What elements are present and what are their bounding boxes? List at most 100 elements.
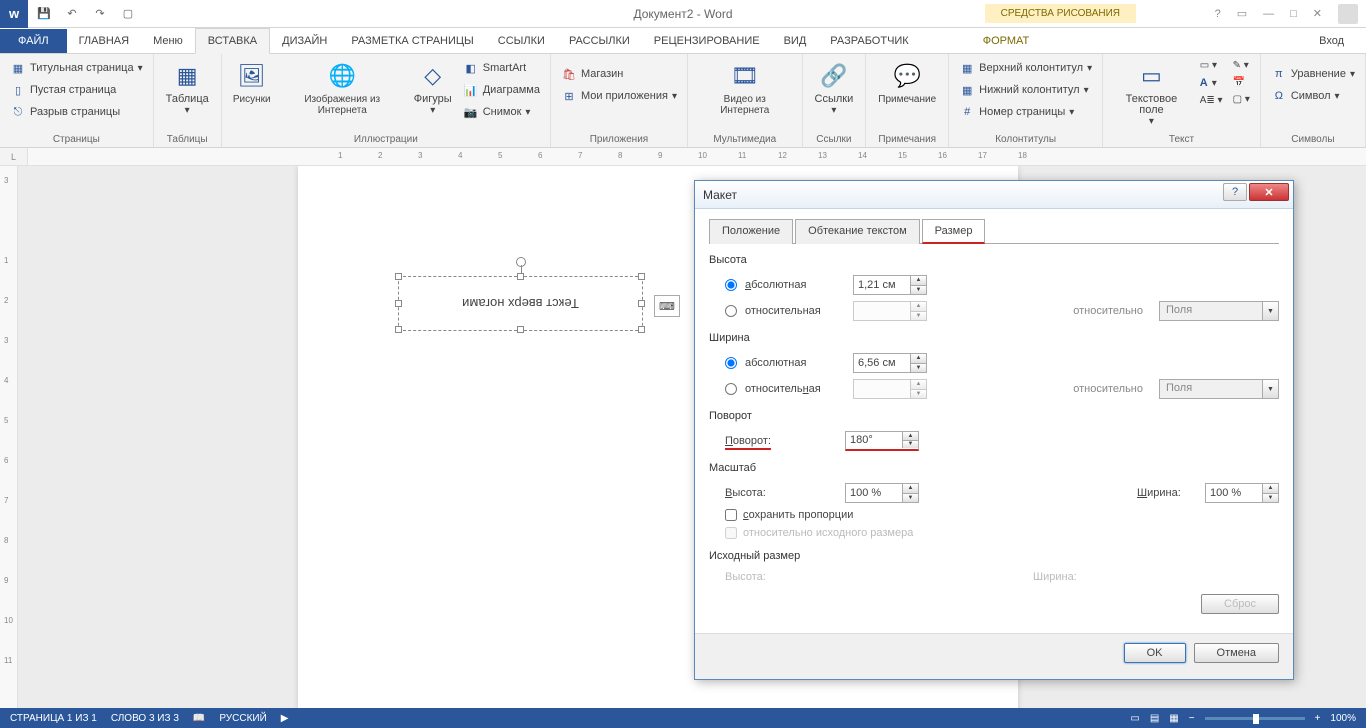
close-icon[interactable]: ✕ [1313, 7, 1322, 20]
lock-aspect-checkbox[interactable] [725, 509, 737, 521]
tab-refs[interactable]: ССЫЛКИ [486, 29, 557, 53]
object-icon[interactable]: ▢ ▾ [1231, 92, 1252, 107]
textbox-text[interactable]: Текст вверх ногами [399, 277, 642, 330]
smartart-button[interactable]: ◧SmartArt [461, 58, 542, 78]
dialog-tab-position[interactable]: Положение [709, 219, 793, 244]
title-page-button[interactable]: ▦Титульная страница ▾ [8, 58, 145, 78]
scale-width-spin[interactable]: ▲▼ [1205, 483, 1279, 503]
status-page[interactable]: СТРАНИЦА 1 ИЗ 1 [10, 713, 97, 724]
save-icon[interactable]: 💾 [36, 6, 52, 22]
orig-width-label: Ширина: [1033, 571, 1133, 583]
textbox[interactable]: Текст вверх ногами ⌨ [398, 276, 643, 331]
online-pictures-button[interactable]: 🌐Изображения из Интернета [280, 58, 405, 118]
width-abs-spin[interactable]: ▲▼ [853, 353, 927, 373]
login-link[interactable]: Вход [1309, 29, 1354, 53]
undo-icon[interactable]: ↶ [64, 6, 80, 22]
online-pic-icon: 🌐 [326, 60, 358, 92]
new-doc-icon[interactable]: ▢ [120, 6, 136, 22]
dropcap-icon[interactable]: A≣ ▾ [1198, 93, 1225, 108]
tab-format[interactable]: ФОРМАТ [971, 29, 1042, 53]
group-media-label: Мультимедиа [696, 134, 794, 145]
chart-button[interactable]: 📊Диаграмма [461, 80, 542, 100]
zoom-in-icon[interactable]: + [1315, 713, 1321, 724]
tab-mail[interactable]: РАССЫЛКИ [557, 29, 642, 53]
myapps-button[interactable]: ⊞Мои приложения ▾ [559, 86, 679, 106]
textbox-icon: ▭ [1135, 60, 1167, 92]
tab-menu[interactable]: Меню [141, 29, 195, 53]
status-macro-icon[interactable]: ▶ [281, 713, 289, 724]
tab-view[interactable]: ВИД [772, 29, 819, 53]
dialog-tab-size[interactable]: Размер [922, 219, 986, 244]
status-bar: СТРАНИЦА 1 ИЗ 1 СЛОВО 3 ИЗ 3 📖 РУССКИЙ ▶… [0, 708, 1366, 728]
group-illus-label: Иллюстрации [230, 134, 542, 145]
tab-insert[interactable]: ВСТАВКА [195, 28, 270, 54]
width-abs-radio[interactable] [725, 357, 737, 369]
dialog-tab-wrap[interactable]: Обтекание текстом [795, 219, 920, 244]
tab-design[interactable]: ДИЗАЙН [270, 29, 339, 53]
comment-icon: 💬 [891, 60, 923, 92]
horizontal-ruler[interactable]: 123456789101112131415161718 [28, 148, 1366, 165]
equation-icon: π [1271, 66, 1287, 82]
screenshot-button[interactable]: 📷Снимок ▾ [461, 102, 542, 122]
width-rel-radio[interactable] [725, 383, 737, 395]
group-text-label: Текст [1111, 134, 1252, 145]
footer-button[interactable]: ▦Нижний колонтитул ▾ [957, 80, 1094, 100]
header-button[interactable]: ▦Верхний колонтитул ▾ [957, 58, 1094, 78]
group-symbols-label: Символы [1269, 134, 1357, 145]
width-abs-label: абсолютная [745, 357, 845, 369]
ribbon-options-icon[interactable]: ▭ [1237, 7, 1247, 20]
tab-file[interactable]: ФАЙЛ [0, 29, 67, 53]
quick-parts-icon[interactable]: ▭ ▾ [1198, 58, 1225, 73]
zoom-value[interactable]: 100% [1330, 713, 1356, 724]
rotation-section-title: Поворот [709, 410, 1279, 422]
user-avatar[interactable] [1338, 4, 1358, 24]
group-links-label: Ссылки [811, 134, 858, 145]
ok-button[interactable]: OK [1124, 643, 1186, 663]
tab-review[interactable]: РЕЦЕНЗИРОВАНИЕ [642, 29, 772, 53]
textbox-insert-button[interactable]: ▭Текстовое поле▾ [1111, 58, 1192, 129]
vertical-ruler[interactable]: 31234567891011 [0, 166, 18, 708]
tab-home[interactable]: ГЛАВНАЯ [67, 29, 141, 53]
table-button[interactable]: ▦Таблица▾ [162, 58, 213, 118]
smartart-icon: ◧ [463, 60, 479, 76]
view-print-icon[interactable]: ▤ [1150, 713, 1159, 724]
status-words[interactable]: СЛОВО 3 ИЗ 3 [111, 713, 179, 724]
dialog-help-button[interactable]: ? [1223, 183, 1247, 201]
header-icon: ▦ [959, 60, 975, 76]
page-break-button[interactable]: ⎋Разрыв страницы [8, 102, 145, 122]
symbol-button[interactable]: ΩСимвол ▾ [1269, 86, 1357, 106]
height-rel-radio[interactable] [725, 305, 737, 317]
wordart-icon[interactable]: A ▾ [1198, 75, 1225, 91]
pictures-button[interactable]: 🖼Рисунки [230, 58, 274, 107]
sig-line-icon[interactable]: ✎ ▾ [1231, 58, 1252, 73]
datetime-icon[interactable]: 📅 [1231, 75, 1252, 90]
group-hf-label: Колонтитулы [957, 134, 1094, 145]
scale-height-spin[interactable]: ▲▼ [845, 483, 919, 503]
zoom-out-icon[interactable]: − [1189, 713, 1195, 724]
zoom-slider[interactable] [1205, 717, 1305, 720]
view-web-icon[interactable]: ▦ [1169, 713, 1178, 724]
maximize-icon[interactable]: □ [1290, 8, 1297, 20]
view-read-icon[interactable]: ▭ [1130, 713, 1139, 724]
links-button[interactable]: 🔗Ссылки▾ [811, 58, 858, 118]
redo-icon[interactable]: ↷ [92, 6, 108, 22]
equation-button[interactable]: πУравнение ▾ [1269, 64, 1357, 84]
help-icon[interactable]: ? [1215, 8, 1221, 20]
rotation-spin[interactable]: ▲▼ [845, 431, 919, 451]
dialog-close-button[interactable]: ✕ [1249, 183, 1289, 201]
blank-page-button[interactable]: ▯Пустая страница [8, 80, 145, 100]
status-lang[interactable]: РУССКИЙ [219, 713, 266, 724]
tab-dev[interactable]: РАЗРАБОТЧИК [818, 29, 920, 53]
height-abs-radio[interactable] [725, 279, 737, 291]
video-button[interactable]: 🎞Видео из Интернета [696, 58, 794, 118]
page-icon: ▦ [10, 60, 26, 76]
height-abs-spin[interactable]: ▲▼ [853, 275, 927, 295]
tab-layout[interactable]: РАЗМЕТКА СТРАНИЦЫ [339, 29, 485, 53]
layout-options-icon[interactable]: ⌨ [654, 295, 680, 317]
status-proofing-icon[interactable]: 📖 [193, 713, 205, 724]
minimize-icon[interactable]: — [1263, 8, 1274, 20]
cancel-button[interactable]: Отмена [1194, 643, 1279, 663]
pagenum-button[interactable]: #Номер страницы ▾ [957, 102, 1094, 122]
store-button[interactable]: 🛍Магазин [559, 64, 679, 84]
shapes-button[interactable]: ◇Фигуры▾ [411, 58, 455, 118]
